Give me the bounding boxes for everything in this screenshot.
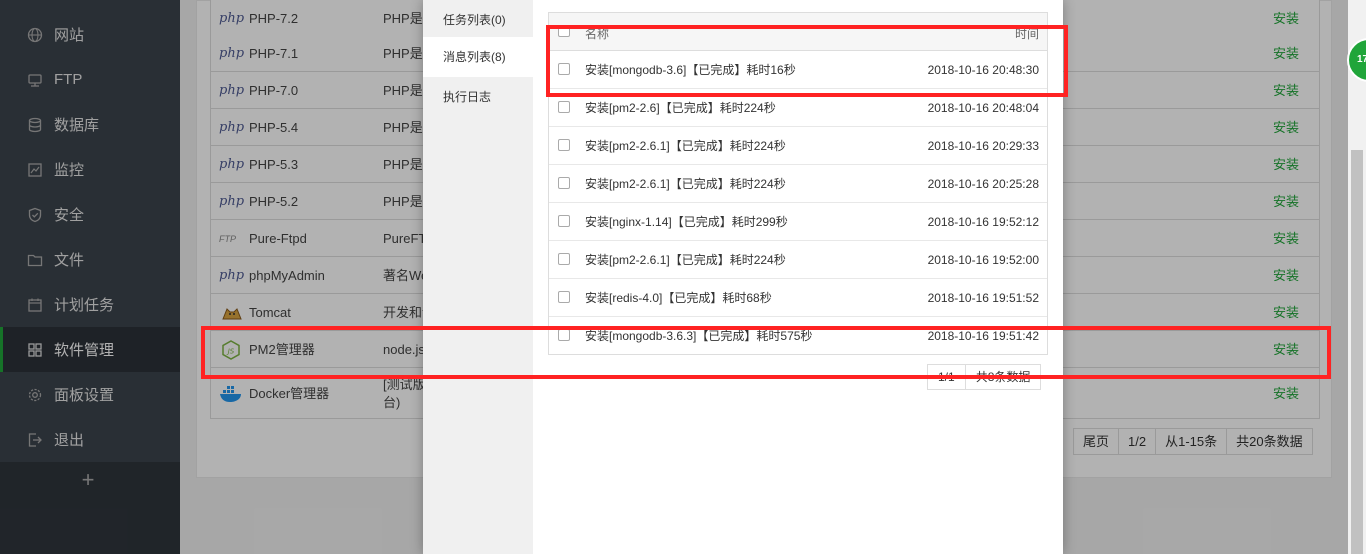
row-checkbox[interactable] [558,101,570,113]
message-time: 2018-10-16 20:29:33 [927,139,1039,153]
table-row: 安装[redis-4.0]【已完成】耗时68秒 2018-10-16 19:51… [549,279,1047,317]
table-header: 名称 时间 [549,13,1047,51]
table-row: 安装[pm2-2.6.1]【已完成】耗时224秒 2018-10-16 20:2… [549,127,1047,165]
table-row: 安装[mongodb-3.6]【已完成】耗时16秒 2018-10-16 20:… [549,51,1047,89]
row-checkbox[interactable] [558,253,570,265]
message-name: 安装[pm2-2.6.1]【已完成】耗时224秒 [585,139,786,153]
column-time-header: 时间 [1014,27,1039,41]
modal-tab-list: 任务列表(0) 消息列表(8) 执行日志 [423,0,533,554]
page-indicator: 1/1 [928,365,966,389]
row-checkbox[interactable] [558,215,570,227]
row-checkbox[interactable] [558,63,570,75]
total-count: 共8条数据 [975,370,1031,384]
table-row: 安装[pm2-2.6.1]【已完成】耗时224秒 2018-10-16 19:5… [549,241,1047,279]
modal-pagination: 1/1 共8条数据 [927,364,1042,390]
message-time: 2018-10-16 19:52:12 [927,215,1039,229]
row-checkbox[interactable] [558,329,570,341]
message-name: 安装[pm2-2.6]【已完成】耗时224秒 [585,101,776,115]
message-name: 安装[mongodb-3.6.3]【已完成】耗时575秒 [585,329,813,343]
message-time: 2018-10-16 19:51:42 [927,329,1039,343]
row-checkbox[interactable] [558,139,570,151]
row-checkbox[interactable] [558,177,570,189]
message-name: 安装[pm2-2.6.1]【已完成】耗时224秒 [585,253,786,267]
message-time: 2018-10-16 20:48:04 [927,101,1039,115]
message-table: 名称 时间 安装[mongodb-3.6]【已完成】耗时16秒 2018-10-… [548,12,1048,355]
select-all-checkbox[interactable] [558,25,570,37]
table-row: 安装[mongodb-3.6.3]【已完成】耗时575秒 2018-10-16 … [549,317,1047,354]
message-name: 安装[redis-4.0]【已完成】耗时68秒 [585,291,772,305]
message-time: 2018-10-16 19:51:52 [927,291,1039,305]
table-row: 安装[pm2-2.6.1]【已完成】耗时224秒 2018-10-16 20:2… [549,165,1047,203]
table-row: 安装[pm2-2.6]【已完成】耗时224秒 2018-10-16 20:48:… [549,89,1047,127]
tab-tasks[interactable]: 任务列表(0) [423,0,533,40]
row-checkbox[interactable] [558,291,570,303]
message-name: 安装[pm2-2.6.1]【已完成】耗时224秒 [585,177,786,191]
scrollbar-thumb[interactable] [1351,150,1363,554]
message-time: 2018-10-16 20:25:28 [927,177,1039,191]
table-row: 安装[nginx-1.14]【已完成】耗时299秒 2018-10-16 19:… [549,203,1047,241]
message-time: 2018-10-16 20:48:30 [927,63,1039,77]
column-name-header: 名称 [585,27,610,41]
message-name: 安装[nginx-1.14]【已完成】耗时299秒 [585,215,788,229]
message-name: 安装[mongodb-3.6]【已完成】耗时16秒 [585,63,796,77]
message-time: 2018-10-16 19:52:00 [927,253,1039,267]
message-box-modal: 任务列表(0) 消息列表(8) 执行日志 名称 时间 安装[mongodb-3.… [423,0,1063,554]
tab-logs[interactable]: 执行日志 [423,77,533,117]
tab-messages[interactable]: 消息列表(8) [423,37,533,77]
